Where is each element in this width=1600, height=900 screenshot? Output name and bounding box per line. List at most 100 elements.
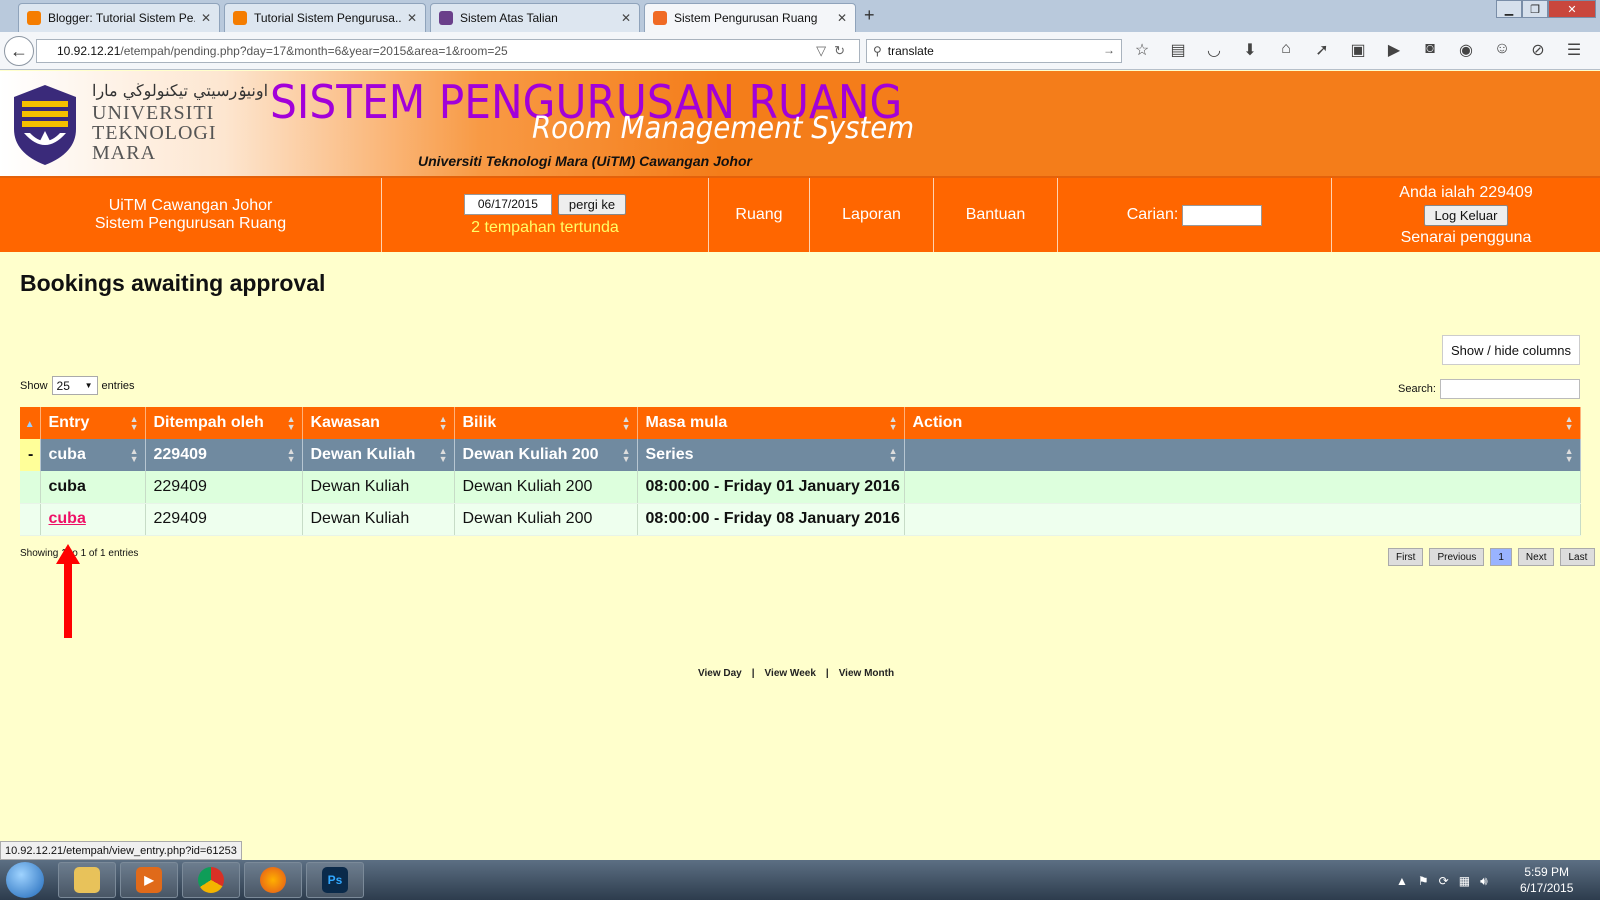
show-hide-columns-button[interactable]: Show / hide columns [1442,335,1580,365]
group-entry-text: cuba [48,446,86,463]
sort-icon[interactable]: ▲ ▼ [130,447,139,464]
university-name-line3: MARA [92,142,157,164]
taskbar-chrome[interactable] [182,862,240,898]
entry-link[interactable]: cuba [49,510,86,527]
search-go-icon[interactable]: → [1103,43,1115,57]
url-bar[interactable]: 10.92.12.21/etempah/pending.php?day=17&m… [36,39,860,63]
sort-icon[interactable]: ▲ ▼ [1565,447,1574,464]
sort-icon: ▲ ▼ [1564,414,1574,432]
home-icon[interactable]: ⌂ [1276,40,1296,60]
taskbar-media-player[interactable]: ▶ [120,862,178,898]
sort-group-header[interactable]: ▲ [20,407,41,439]
sort-icon[interactable]: ▲ ▼ [439,447,448,464]
sort-icon[interactable]: ▲ ▼ [622,447,631,464]
reading-list-icon[interactable]: ▤ [1168,40,1188,60]
window-close-icon[interactable]: ✕ [1548,0,1596,18]
date-input[interactable]: 06/17/2015 [463,193,552,215]
uitm-icon [439,11,453,25]
menu-laporan[interactable]: Laporan [810,178,934,252]
download-icon[interactable]: ⬇ [1240,40,1260,60]
clock[interactable]: 5:59 PM 6/17/2015 [1520,864,1573,896]
network-icon[interactable]: ▦ [1459,874,1470,889]
group-start-text: Series [645,446,694,463]
back-arrow-icon[interactable]: ← [4,36,34,66]
camera-icon[interactable]: ◙ [1420,40,1440,60]
view-week-link[interactable]: View Week [765,668,816,679]
col-bilik[interactable]: Bilik ▲ ▼ [454,407,638,439]
action-center-icon[interactable]: ⚑ [1418,874,1429,889]
sync-icon[interactable]: ⟳ [1439,874,1449,889]
tab-blogger[interactable]: Blogger: Tutorial Sistem Pe... ✕ [18,3,220,32]
entries-select[interactable]: 25 ▼ [51,376,98,395]
close-icon[interactable]: ✕ [201,11,211,25]
pocket-icon[interactable]: ◡ [1204,40,1224,60]
new-tab-icon[interactable]: + [864,5,875,26]
col-action[interactable]: Action ▲ ▼ [904,407,1581,439]
block-icon[interactable]: ⊘ [1528,40,1548,60]
bookmark-star-icon[interactable]: ☆ [1132,40,1152,60]
toolbar-icons: ☆ ▤ ◡ ⬇ ⌂ ➚ ▣ ▶ ◙ ◉ ☺ ⊘ ☰ [1132,40,1584,60]
system-subtitle: Room Management System [532,111,915,146]
row-spacer [20,471,41,504]
tab-sistem-pengurusan-ruang[interactable]: Sistem Pengurusan Ruang ✕ [644,3,856,32]
addon-icon[interactable]: ◉ [1456,40,1476,60]
tab-sistem-atas-talian[interactable]: Sistem Atas Talian ✕ [430,3,640,32]
view-month-link[interactable]: View Month [839,668,894,679]
entries-select-value: 25 [56,378,70,393]
row-by: 229409 [145,471,303,504]
taskbar-explorer[interactable] [58,862,116,898]
row-action [904,471,1581,504]
pending-bookings-link[interactable]: 2 tempahan tertunda [471,219,619,237]
taskbar-photoshop[interactable]: Ps [306,862,364,898]
close-icon[interactable]: ✕ [407,11,417,25]
close-icon[interactable]: ✕ [621,11,631,25]
close-icon[interactable]: ✕ [837,11,847,25]
reload-icon[interactable]: ▽↻ [816,43,853,59]
page-last-button[interactable]: Last [1560,548,1596,566]
col-masa-mula[interactable]: Masa mula ▲ ▼ [637,407,905,439]
sort-icon[interactable]: ▲ ▼ [889,447,898,464]
page-next-button[interactable]: Next [1517,548,1555,566]
start-button-icon[interactable] [6,862,44,898]
group-start: Series ▲ ▼ [637,439,905,471]
group-room-text: Dewan Kuliah 200 [462,446,599,463]
col-kawasan[interactable]: Kawasan ▲ ▼ [302,407,455,439]
col-ditempah-oleh[interactable]: Ditempah oleh ▲ ▼ [145,407,303,439]
go-to-date-button[interactable]: pergi ke [557,193,627,215]
menu-bantuan[interactable]: Bantuan [934,178,1058,252]
site-icon [653,11,667,25]
page-current-button[interactable]: 1 [1490,548,1512,566]
page-previous-button[interactable]: Previous [1429,548,1485,566]
user-label: Anda ialah 229409 [1399,183,1533,201]
send-icon[interactable]: ➚ [1312,40,1332,60]
minimize-icon[interactable]: ▁ [1496,0,1522,18]
user-list-link[interactable]: Senarai pengguna [1401,229,1532,247]
table-search-input[interactable] [1439,379,1580,399]
menu-ruang[interactable]: Ruang [709,178,810,252]
group-entry: cuba ▲ ▼ [40,439,146,471]
tab-tutorial[interactable]: Tutorial Sistem Pengurusa... ✕ [224,3,426,32]
sort-icon[interactable]: ▲ ▼ [287,447,296,464]
view-day-link[interactable]: View Day [698,668,742,679]
volume-icon[interactable]: 🔊︎ [1480,874,1488,889]
university-name: UNIVERSITI TEKNOLOGI MARA [92,103,217,163]
page-first-button[interactable]: First [1388,548,1424,566]
col-entry[interactable]: Entry ▲ ▼ [40,407,146,439]
group-toggle[interactable]: - [20,439,41,471]
browser-tab-bar: Blogger: Tutorial Sistem Pe... ✕ Tutoria… [0,0,1600,32]
youtube-icon[interactable]: ▶ [1384,40,1404,60]
photoshop-icon: Ps [322,867,348,893]
taskbar-firefox[interactable] [244,862,302,898]
menu-icon[interactable]: ☰ [1564,40,1584,60]
site-search-input[interactable] [1182,204,1263,226]
browser-search-input[interactable]: ⚲ translate → [866,39,1122,63]
separator: | [825,668,829,679]
screenshot-icon[interactable]: ▣ [1348,40,1368,60]
row-area: Dewan Kuliah [302,503,455,536]
maximize-icon[interactable]: ❐ [1522,0,1548,18]
logout-button[interactable]: Log Keluar [1423,204,1509,226]
col-masa-mula-label: Masa mula [645,414,728,431]
chat-icon[interactable]: ☺ [1492,40,1512,60]
group-by: 229409 ▲ ▼ [145,439,303,471]
tray-expand-icon[interactable]: ▲ [1396,874,1408,889]
